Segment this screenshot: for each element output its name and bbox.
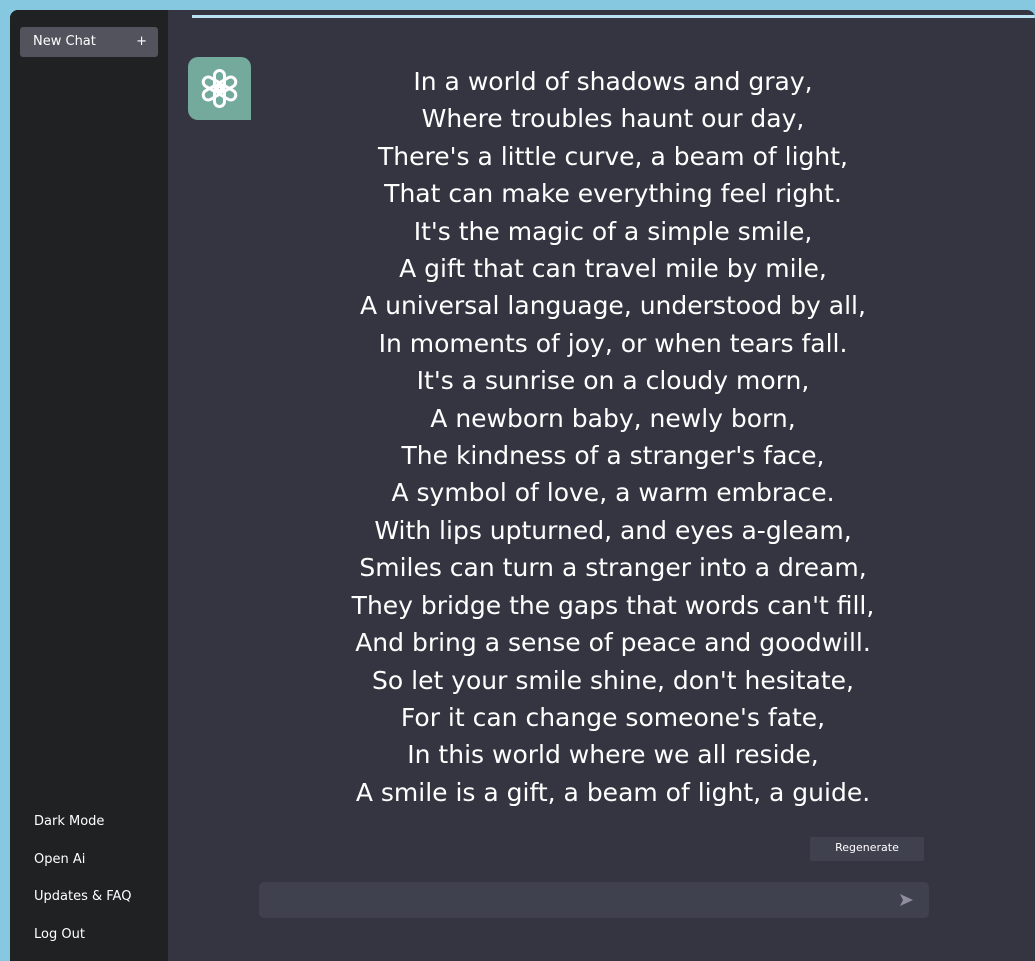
sidebar-item-open-ai[interactable]: Open Ai <box>10 848 168 886</box>
new-chat-button[interactable]: New Chat + <box>20 27 158 57</box>
message-line: That can make everything feel right. <box>384 179 842 209</box>
message-line: It's a sunrise on a cloudy morn, <box>416 366 810 396</box>
message-composer <box>259 882 929 918</box>
message-line: Smiles can turn a stranger into a dream, <box>359 553 867 583</box>
message-line: A gift that can travel mile by mile, <box>399 254 827 284</box>
message-line: Where troubles haunt our day, <box>421 104 805 134</box>
sidebar-item-log-out[interactable]: Log Out <box>10 923 168 961</box>
message-line: So let your smile shine, don't hesitate, <box>372 665 854 695</box>
send-icon[interactable] <box>895 890 917 910</box>
message-line: A universal language, understood by all, <box>360 291 866 321</box>
message-line: It's the magic of a simple smile, <box>413 216 813 246</box>
message-line: In moments of joy, or when tears fall. <box>378 328 848 358</box>
openai-logo-icon <box>201 69 238 108</box>
assistant-avatar <box>188 57 251 120</box>
message-input[interactable] <box>259 882 879 918</box>
assistant-message: In a world of shadows and gray, Where tr… <box>308 63 918 811</box>
regenerate-button[interactable]: Regenerate <box>810 837 924 861</box>
message-line: In this world where we all reside, <box>407 740 819 770</box>
sidebar-item-updates-faq[interactable]: Updates & FAQ <box>10 885 168 923</box>
message-line: With lips upturned, and eyes a-gleam, <box>374 515 852 545</box>
message-line: A smile is a gift, a beam of light, a gu… <box>355 777 871 807</box>
chat-area: In a world of shadows and gray, Where tr… <box>168 10 1035 961</box>
sidebar-item-dark-mode[interactable]: Dark Mode <box>10 810 168 848</box>
message-line: They bridge the gaps that words can't fi… <box>351 590 875 620</box>
app-window: New Chat + Dark Mode Open Ai Updates & F… <box>10 10 1035 961</box>
plus-icon: + <box>136 34 147 49</box>
message-line: The kindness of a stranger's face, <box>401 441 825 471</box>
message-line: A symbol of love, a warm embrace. <box>391 478 835 508</box>
message-line: And bring a sense of peace and goodwill. <box>355 628 871 658</box>
message-line: A newborn baby, newly born, <box>430 403 796 433</box>
sidebar-links: Dark Mode Open Ai Updates & FAQ Log Out <box>10 810 168 960</box>
message-line: For it can change someone's fate, <box>400 702 826 732</box>
message-line: There's a little curve, a beam of light, <box>378 141 848 171</box>
new-chat-label: New Chat <box>33 34 96 49</box>
message-line: In a world of shadows and gray, <box>413 67 813 96</box>
sidebar: New Chat + Dark Mode Open Ai Updates & F… <box>10 10 168 961</box>
